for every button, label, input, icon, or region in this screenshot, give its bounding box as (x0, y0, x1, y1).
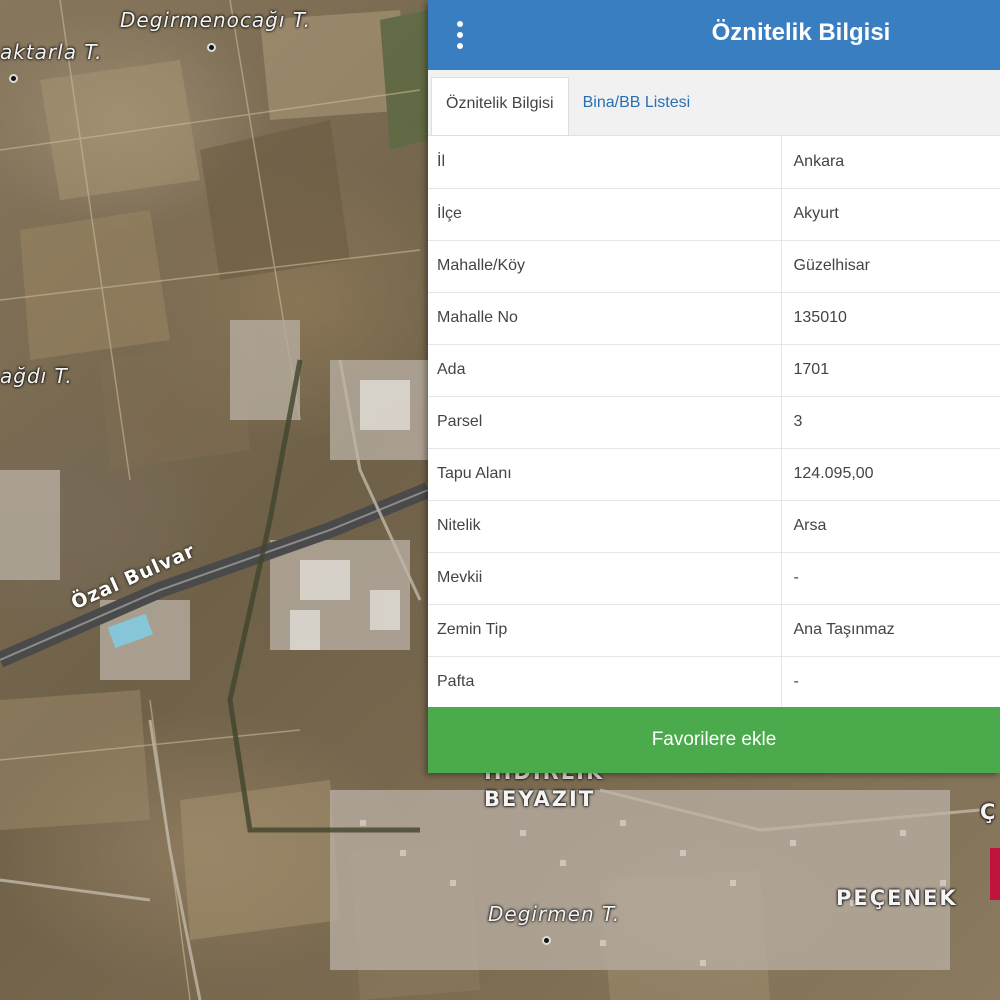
attribute-key: Mahalle No (428, 292, 782, 345)
attribute-key: Pafta (428, 656, 782, 709)
selected-parcel-outline[interactable] (990, 848, 1000, 900)
attribute-key: Zemin Tip (428, 604, 782, 657)
place-label-pecenek: PEÇENEK (836, 886, 958, 910)
attribute-value: Arsa (781, 500, 1000, 553)
table-row: Pafta - (428, 656, 1000, 709)
table-row: Ada 1701 (428, 344, 1000, 397)
menu-dot (457, 21, 463, 27)
table-row: Nitelik Arsa (428, 500, 1000, 553)
attribute-value: Ana Taşınmaz (781, 604, 1000, 657)
attribute-value: Güzelhisar (781, 240, 1000, 293)
place-label-edge: Ç (980, 800, 998, 824)
table-row: Mahalle No 135010 (428, 292, 1000, 345)
attribute-table: İl Ankara İlçe Akyurt Mahalle/Köy Güzelhisa… (428, 136, 1000, 709)
menu-dot (457, 32, 463, 38)
table-row: Zemin Tip Ana Taşınmaz (428, 604, 1000, 657)
panel-header: Öznitelik Bilgisi (428, 0, 1000, 70)
attribute-key: Parsel (428, 396, 782, 449)
place-label-aktarla: aktarla T. (0, 40, 103, 64)
attribute-key: İlçe (428, 188, 782, 241)
place-label-degirmen: Degirmen T. (488, 902, 621, 926)
attribute-key: İl (428, 136, 782, 189)
place-label-ocagi: ağdı T. (0, 364, 73, 388)
attribute-value: 135010 (781, 292, 1000, 345)
attribute-value: - (781, 552, 1000, 605)
attribute-key: Nitelik (428, 500, 782, 553)
peak-marker-icon (9, 74, 18, 83)
table-row: Parsel 3 (428, 396, 1000, 449)
table-row: İl Ankara (428, 136, 1000, 189)
peak-marker-icon (542, 936, 551, 945)
menu-kebab-icon[interactable] (448, 16, 472, 54)
tab-attribute-info[interactable]: Öznitelik Bilgisi (431, 77, 569, 135)
attribute-key: Mahalle/Köy (428, 240, 782, 293)
panel-title: Öznitelik Bilgisi (711, 19, 891, 46)
peak-marker-icon (207, 43, 216, 52)
tab-building-list[interactable]: Bina/BB Listesi (569, 77, 705, 135)
place-label-beyazit: BEYAZIT (484, 787, 596, 811)
table-row: Mevkii - (428, 552, 1000, 605)
attribute-value: 124.095,00 (781, 448, 1000, 501)
table-row: Mahalle/Köy Güzelhisar (428, 240, 1000, 293)
table-row: Tapu Alanı 124.095,00 (428, 448, 1000, 501)
attribute-value: Akyurt (781, 188, 1000, 241)
menu-dot (457, 43, 463, 49)
place-label-degirmenocagi: Degirmenocağı T. (120, 8, 311, 32)
attribute-value: Ankara (781, 136, 1000, 189)
attribute-value: 3 (781, 396, 1000, 449)
attribute-value: - (781, 656, 1000, 709)
attribute-key: Mevkii (428, 552, 782, 605)
attribute-key: Tapu Alanı (428, 448, 782, 501)
add-to-favorites-button[interactable]: Favorilere ekle (428, 707, 1000, 773)
table-row: İlçe Akyurt (428, 188, 1000, 241)
attribute-panel: Öznitelik Bilgisi Öznitelik Bilgisi Bina… (428, 0, 1000, 773)
panel-tabs: Öznitelik Bilgisi Bina/BB Listesi (428, 70, 1000, 136)
attribute-key: Ada (428, 344, 782, 397)
attribute-value: 1701 (781, 344, 1000, 397)
